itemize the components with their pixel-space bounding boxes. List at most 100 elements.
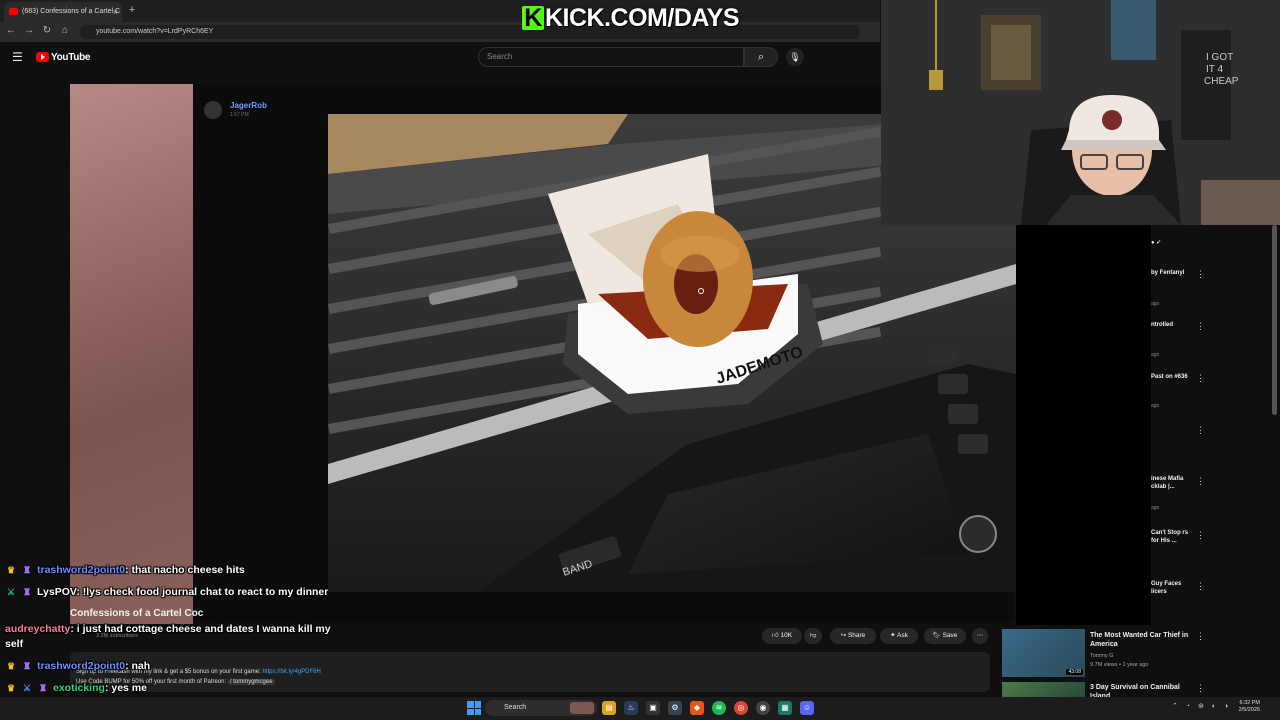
obs-icon[interactable]: ◉ — [756, 701, 770, 715]
search-button[interactable]: ⌕ — [744, 47, 778, 67]
ask-button[interactable]: ✦ Ask — [880, 628, 918, 644]
share-label: Share — [847, 632, 866, 639]
sidebar-item-meta: ago — [1151, 403, 1160, 409]
ask-label: Ask — [897, 632, 908, 639]
video-player[interactable] — [70, 84, 193, 624]
kick-logo-icon: K — [522, 6, 544, 31]
more-options-icon[interactable]: ⋮ — [1196, 530, 1205, 541]
crown-badge-icon: ♛ — [6, 661, 16, 672]
thumbs-up-icon: 👍︎ — [771, 632, 781, 639]
dislike-button[interactable]: 👎︎ — [804, 628, 822, 644]
more-options-icon: ⋯ — [976, 632, 984, 639]
sidebar-item-meta: ago — [1151, 505, 1160, 511]
app-icon[interactable]: ▦ — [778, 701, 792, 715]
share-button[interactable]: ↪ Share — [830, 628, 876, 644]
svg-text:IT 4: IT 4 — [1206, 64, 1223, 75]
thumbs-down-icon: 👎︎ — [809, 632, 817, 639]
spotify-icon[interactable]: ≋ — [712, 701, 726, 715]
more-actions-button[interactable]: ⋯ — [972, 628, 988, 644]
recommended-video-channel[interactable]: Tommy G — [1090, 652, 1114, 660]
search-highlight-image — [570, 702, 594, 714]
browser-tab[interactable]: (683) Confessions of a Cartel C × — [4, 2, 122, 22]
clock-time: 6:32 PM — [1239, 700, 1260, 706]
steam-icon[interactable]: ♨ — [624, 701, 638, 715]
verified-icon: ● ✓ — [1151, 240, 1162, 246]
sidebar-item-title[interactable]: Can't Stop rs for His ... — [1151, 529, 1197, 545]
system-tray-icons[interactable]: ⌃ ◔ ⊛ ◐ ◑ — [1172, 702, 1231, 710]
taskbar-clock[interactable]: 6:32 PM 2/5/2026 — [1232, 700, 1260, 714]
youtube-play-icon — [36, 52, 49, 62]
windows-start-icon[interactable] — [467, 701, 481, 715]
reload-icon[interactable]: ↻ — [40, 24, 54, 38]
new-tab-button[interactable]: + — [126, 4, 138, 16]
sidebar-item-title[interactable]: ntrolled — [1151, 321, 1197, 329]
cursor-marker — [698, 288, 704, 294]
sidebar-item-title[interactable]: inese Mafia cklab |... — [1151, 475, 1197, 491]
more-options-icon[interactable]: ⋮ — [1196, 425, 1205, 436]
chat-message: audreychatty: i just had cottage cheese … — [5, 622, 335, 652]
app-icon[interactable]: ▣ — [646, 701, 660, 715]
file-explorer-icon[interactable]: ▤ — [602, 701, 616, 715]
sub-badge-icon: ♜ — [22, 661, 32, 672]
video-duration: 43:08 — [1066, 669, 1083, 675]
more-options-icon[interactable]: ⋮ — [1196, 476, 1205, 487]
windows-taskbar — [0, 697, 1280, 720]
search-input[interactable]: Search — [478, 47, 744, 67]
sub-badge-icon: ♜ — [22, 565, 32, 576]
chat-username[interactable]: exoticking — [53, 682, 105, 694]
recommended-video-title[interactable]: The Most Wanted Car Thief in America — [1090, 631, 1190, 649]
sword-badge-icon: ⚔ — [22, 683, 32, 694]
more-options-icon[interactable]: ⋮ — [1196, 683, 1205, 694]
more-options-icon[interactable]: ⋮ — [1196, 373, 1205, 384]
save-label: Save — [942, 632, 958, 639]
discord-icon[interactable]: ☺ — [800, 701, 814, 715]
like-button[interactable]: 👍︎ 10K — [762, 628, 802, 644]
share-icon: ↪ — [840, 632, 848, 639]
youtube-logo[interactable]: YouTube — [36, 51, 96, 64]
sidebar-item-title[interactable]: Guy Faces licers — [1151, 580, 1197, 596]
chat-username[interactable]: trashword2point0 — [37, 564, 125, 576]
more-options-icon[interactable]: ⋮ — [1196, 581, 1205, 592]
like-count: 10K — [780, 632, 793, 639]
sidebar-item-meta: ago — [1151, 301, 1160, 307]
mod-badge-icon: ⚔ — [6, 587, 16, 598]
chat-message: ⚔ ♜ LysPOV: !lys check food journal chat t… — [5, 585, 335, 600]
brave-icon[interactable]: ◆ — [690, 701, 704, 715]
sub-badge-icon: ♜ — [22, 587, 32, 598]
clock-date: 2/5/2026 — [1238, 707, 1260, 713]
sub-badge-icon: ♜ — [38, 683, 48, 694]
settings-icon[interactable]: ⚙ — [668, 701, 682, 715]
post-author[interactable]: JagerRob — [230, 101, 267, 110]
sidebar-item-title[interactable]: ● ✓ — [1151, 239, 1197, 247]
sidebar-item-title[interactable]: by Fentanyl — [1151, 269, 1197, 277]
streamer-webcam-image: I GOT IT 4 CHEAP — [881, 0, 1280, 225]
chat-username[interactable]: audreychatty — [5, 623, 70, 635]
voice-search-button[interactable]: 🎙 — [786, 48, 804, 66]
close-tab-icon[interactable]: × — [113, 2, 118, 22]
sidebar-scrollbar[interactable] — [1272, 225, 1277, 415]
back-icon[interactable]: ← — [4, 24, 18, 38]
chrome-icon[interactable]: ◎ — [734, 701, 748, 715]
forward-icon[interactable]: → — [22, 24, 36, 38]
recommended-video-thumbnail[interactable] — [1002, 682, 1085, 697]
chat-text: : yes me — [104, 682, 147, 694]
more-options-icon[interactable]: ⋮ — [1196, 631, 1205, 642]
more-options-icon[interactable]: ⋮ — [1196, 321, 1205, 332]
home-icon[interactable]: ⌂ — [58, 24, 72, 38]
tab-title: (683) Confessions of a Cartel C — [22, 8, 121, 15]
sparkle-icon: ✦ — [890, 632, 898, 639]
crown-badge-icon: ♛ — [6, 565, 16, 576]
recommended-video-thumbnail[interactable]: 43:08 — [1002, 629, 1085, 677]
save-button[interactable]: 🔖︎ Save — [924, 628, 966, 644]
kick-banner-text: KICK.COM/DAYS — [545, 4, 740, 32]
chat-username[interactable]: LysPOV — [37, 586, 76, 598]
chat-message: ♛ ♜ trashword2point0: nah — [5, 659, 335, 674]
sidebar-item-title[interactable]: Past on #636 — [1151, 373, 1197, 381]
more-options-icon[interactable]: ⋮ — [1196, 269, 1205, 280]
chat-username[interactable]: trashword2point0 — [37, 660, 125, 672]
menu-icon[interactable]: ☰ — [12, 50, 24, 64]
youtube-favicon-icon — [9, 8, 18, 15]
recommended-video-meta: 9.7M views • 1 year ago — [1090, 662, 1149, 668]
kick-banner: K KICK.COM/DAYS — [522, 5, 740, 32]
url-field[interactable]: youtube.com/watch?v=LrdPyRCh6EY — [80, 25, 860, 39]
